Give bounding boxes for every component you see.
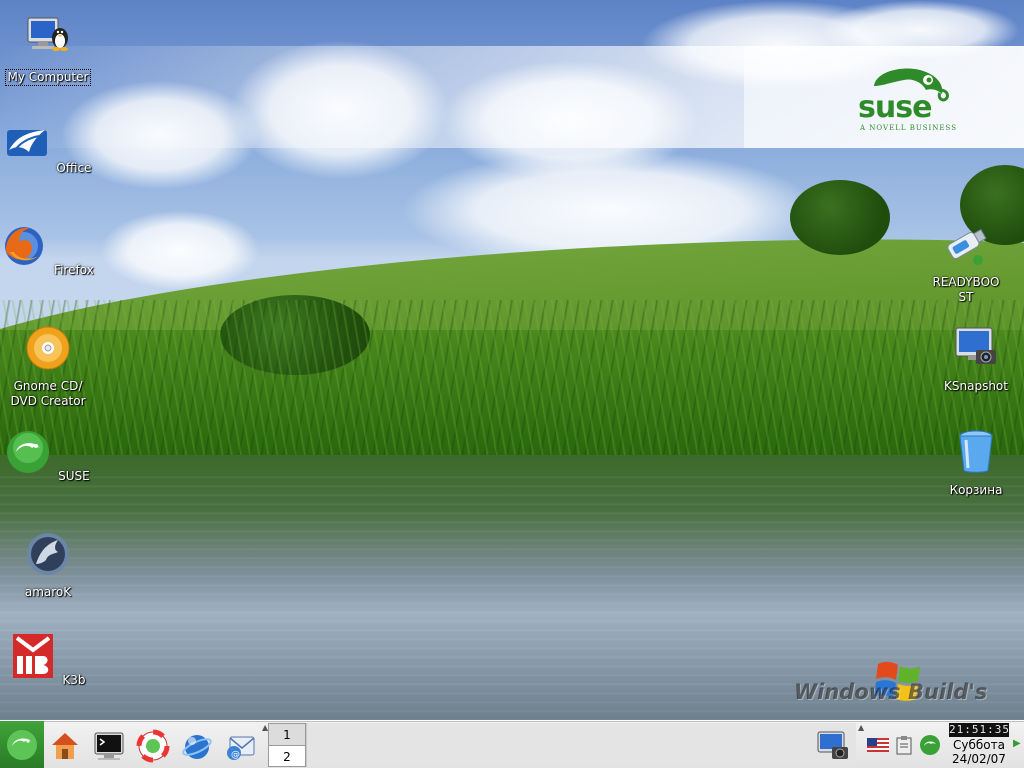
terminal-button[interactable] xyxy=(90,727,128,765)
desktop-icon-amarok[interactable]: amaroK xyxy=(0,530,96,600)
ksnapshot-icon xyxy=(955,327,996,364)
clock[interactable]: 21:51:35 Суббота 24/02/07 xyxy=(946,723,1012,767)
suse-updater-icon[interactable] xyxy=(919,734,941,756)
cd-dvd-creator-icon xyxy=(26,326,70,370)
my-computer-icon xyxy=(27,17,68,51)
windows-builds-watermark: Windows Build's xyxy=(794,680,988,704)
desktop-icon-readyboost[interactable]: READYBOO ST xyxy=(918,220,1014,305)
desktop-icon-label: Firefox xyxy=(54,263,94,277)
ksnapshot-icon xyxy=(817,731,848,759)
help-icon xyxy=(136,729,170,763)
home-icon xyxy=(52,733,78,759)
pager-desktop-1[interactable]: 1 xyxy=(269,724,305,746)
desktop-icon-label: Корзина xyxy=(949,483,1003,497)
konqueror-icon xyxy=(182,735,212,759)
kde-panel: @ ▲ 1 2 ▲ ▲ xyxy=(0,720,1024,768)
keyboard-layout-us-flag-icon[interactable] xyxy=(867,738,889,752)
desktop-icon-office[interactable]: Office xyxy=(0,120,96,176)
suse-icon xyxy=(7,431,50,473)
pager-desktop-2[interactable]: 2 xyxy=(269,746,305,768)
desktop-icon-firefox[interactable]: Firefox xyxy=(0,222,96,278)
suse-logo-text: suse xyxy=(858,90,932,125)
desktop-icon-label: amaroK xyxy=(24,585,72,599)
suse-start-icon xyxy=(7,730,37,760)
firefox-icon xyxy=(5,227,44,265)
desktop-icon-my-computer[interactable]: My Computer xyxy=(0,14,96,86)
taskbar-window-list[interactable] xyxy=(306,723,856,767)
desktop-icon-label: SUSE xyxy=(58,469,90,483)
desktop-icon-k3b[interactable]: K3b xyxy=(0,632,96,688)
panel-hide-arrow-icon[interactable]: ▶ xyxy=(1013,738,1021,749)
terminal-icon xyxy=(94,732,124,760)
suse-logo-tagline: A NOVELL BUSINESS xyxy=(860,124,958,132)
desktop-icon-trash[interactable]: Корзина xyxy=(928,428,1024,498)
konqueror-button[interactable] xyxy=(178,727,216,765)
k3b-icon xyxy=(12,634,53,678)
desktop-icon-ksnapshot[interactable]: KSnapshot xyxy=(928,324,1024,394)
desktop-icon-suse[interactable]: SUSE xyxy=(0,428,96,484)
usb-drive-icon xyxy=(947,228,987,265)
trash-icon xyxy=(959,430,993,473)
virtual-desktop-pager: 1 2 xyxy=(268,723,306,767)
help-button[interactable] xyxy=(134,727,172,765)
clock-day: Суббота xyxy=(953,738,1005,752)
desktop-icon-label: KSnapshot xyxy=(944,379,1008,393)
kontact-button[interactable]: @ xyxy=(222,727,260,765)
clock-time: 21:51:35 xyxy=(949,723,1010,737)
amarok-icon xyxy=(27,533,69,575)
home-folder-button[interactable] xyxy=(46,727,84,765)
desktop-icon-label: READYBOO ST xyxy=(932,275,1000,304)
ksnapshot-taskbar-button[interactable] xyxy=(814,727,852,765)
office-icon xyxy=(6,130,47,156)
desktop-icon-label: My Computer xyxy=(4,69,92,86)
desktop-icon-cd-dvd-creator[interactable]: Gnome CD/ DVD Creator xyxy=(0,324,96,409)
desktop-icon-label: Office xyxy=(56,161,92,175)
svg-text:@: @ xyxy=(231,750,240,760)
clock-date: 24/02/07 xyxy=(952,752,1006,766)
system-tray xyxy=(864,723,944,767)
start-menu-button[interactable] xyxy=(0,721,44,768)
desktop-icon-label: Gnome CD/ DVD Creator xyxy=(10,379,86,408)
desktop-icon-label: K3b xyxy=(62,673,86,687)
kontact-icon: @ xyxy=(227,736,255,760)
clipboard-icon[interactable] xyxy=(895,735,913,755)
